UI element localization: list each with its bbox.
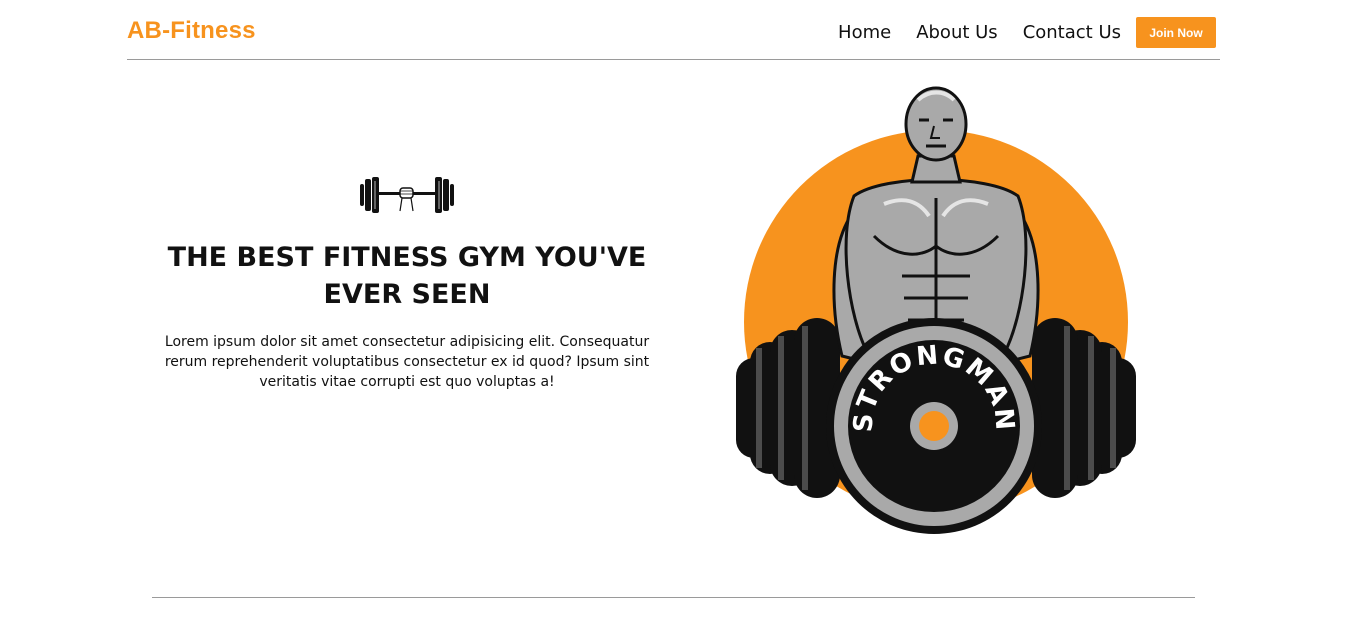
footer-divider: [152, 597, 1195, 598]
strongman-plate: STRONGMAN: [826, 318, 1042, 534]
hero-content: THE BEST FITNESS GYM YOU'VE EVER SEEN Lo…: [140, 175, 674, 392]
nav-link-contact-us[interactable]: Contact Us: [1023, 22, 1121, 43]
nav-link-about-us[interactable]: About Us: [916, 22, 998, 43]
hero-description: Lorem ipsum dolor sit amet consectetur a…: [164, 334, 650, 390]
navbar: AB-Fitness Home About Us Contact Us Join…: [127, 0, 1220, 60]
nav-links: Home About Us Contact Us Join Now: [838, 17, 1216, 48]
strongman-bodybuilder-illustration: STRONGMAN: [736, 86, 1136, 534]
brand-logo[interactable]: AB-Fitness: [127, 17, 256, 45]
join-now-button[interactable]: Join Now: [1136, 17, 1216, 48]
dumbbell-icon: [360, 177, 454, 213]
hero-title: THE BEST FITNESS GYM YOU'VE EVER SEEN: [167, 242, 647, 310]
nav-link-home[interactable]: Home: [838, 22, 891, 43]
